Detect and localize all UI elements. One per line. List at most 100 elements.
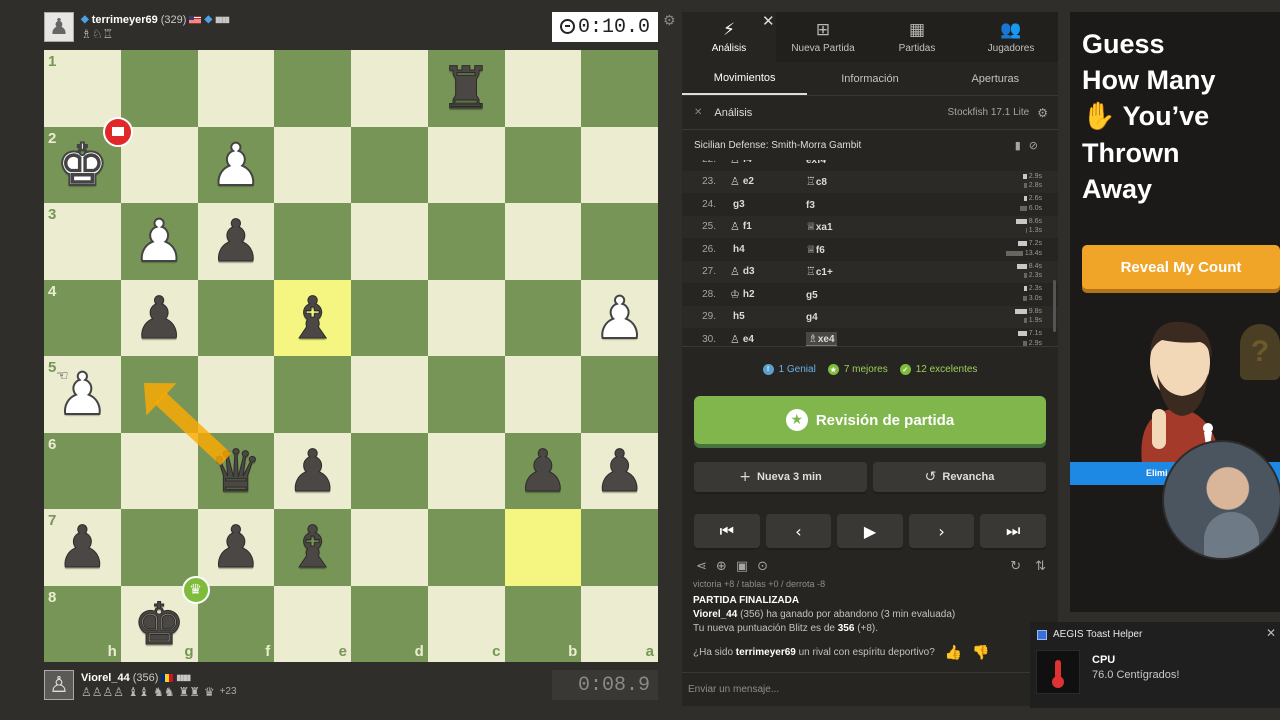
chess-board[interactable]: 1 ♜ 2 ♚ ♟ 3 ♟ ♟ 4 ♟ ♝ ♟ 5 ♟ 6 ♛ ♟ ♟ ♟ 7 ♟ ♟ ♝ 8 h g ♚ ♛ f e d c b a bbox=[44, 50, 658, 662]
board-settings-gear-icon[interactable]: ⚙ bbox=[663, 13, 676, 29]
excellent-count[interactable]: 12 excelentes bbox=[916, 364, 978, 375]
black-move[interactable]: ♗xe4 bbox=[806, 331, 926, 346]
top-tab-3[interactable]: 👥 Jugadores bbox=[964, 12, 1058, 62]
square-c8[interactable]: c bbox=[427, 585, 505, 662]
square-g6[interactable] bbox=[120, 432, 198, 509]
black-move[interactable]: exf4 bbox=[806, 160, 926, 166]
share-icon[interactable]: ⋖ bbox=[696, 559, 707, 574]
square-a4[interactable]: ♟ bbox=[581, 279, 658, 356]
flip-board-icon[interactable]: ⇅ bbox=[1035, 559, 1046, 574]
square-h7[interactable]: 7 ♟ bbox=[44, 509, 121, 586]
bottom-player-name[interactable]: Viorel_44 bbox=[81, 672, 130, 684]
play-button[interactable]: ▶ bbox=[837, 514, 903, 548]
top-tab-1[interactable]: ⊞ Nueva Partida bbox=[776, 12, 870, 62]
sub-tab-0[interactable]: Movimientos bbox=[682, 62, 808, 95]
top-player-avatar[interactable]: ♟ bbox=[44, 12, 74, 42]
square-c7[interactable] bbox=[427, 509, 505, 586]
piece-e4[interactable]: ♝ bbox=[286, 288, 339, 347]
white-move[interactable]: ♙ e4 bbox=[730, 333, 806, 346]
square-g1[interactable] bbox=[120, 50, 198, 127]
white-move[interactable]: ♙ d3 bbox=[730, 265, 806, 278]
top-tab-2[interactable]: ▦ Partidas bbox=[870, 12, 964, 62]
black-move[interactable]: g4 bbox=[806, 310, 926, 323]
square-e4[interactable]: ♝ bbox=[274, 279, 351, 356]
square-f2[interactable]: ♟ bbox=[197, 126, 275, 203]
square-e5[interactable] bbox=[274, 356, 351, 433]
square-a5[interactable] bbox=[581, 356, 658, 433]
piece-g3[interactable]: ♟ bbox=[132, 211, 186, 271]
square-d7[interactable] bbox=[351, 509, 428, 586]
move-list-scrollbar[interactable] bbox=[1053, 280, 1056, 332]
piece-b6[interactable]: ♟ bbox=[516, 441, 569, 500]
bottom-player-avatar[interactable]: ♙ bbox=[44, 670, 74, 700]
square-g2[interactable] bbox=[120, 126, 198, 203]
square-a6[interactable]: ♟ bbox=[581, 432, 658, 509]
thumbs-up-icon[interactable]: 👍 bbox=[945, 646, 962, 660]
close-engine-icon[interactable]: ✕ bbox=[694, 107, 702, 118]
piece-h7[interactable]: ♟ bbox=[56, 518, 109, 577]
piece-e6[interactable]: ♟ bbox=[286, 441, 339, 500]
question-opponent[interactable]: terrimeyer69 bbox=[736, 647, 796, 658]
square-b6[interactable]: ♟ bbox=[504, 432, 582, 509]
square-e2[interactable] bbox=[274, 126, 351, 203]
brilliant-count[interactable]: 1 Genial bbox=[779, 364, 816, 375]
black-move[interactable]: g5 bbox=[806, 288, 926, 301]
black-move[interactable]: ♖c8 bbox=[806, 175, 926, 188]
black-move[interactable]: ♕xa1 bbox=[806, 220, 926, 233]
square-h8[interactable]: 8h bbox=[44, 585, 121, 662]
black-move[interactable]: ♖c1+ bbox=[806, 265, 926, 278]
square-f4[interactable] bbox=[197, 279, 275, 356]
black-move[interactable]: ♕f6 bbox=[806, 243, 926, 256]
piece-c1[interactable]: ♜ bbox=[440, 59, 493, 118]
black-move[interactable]: f3 bbox=[806, 198, 926, 211]
white-move[interactable]: h5 bbox=[730, 311, 806, 322]
white-move[interactable]: ♙ e2 bbox=[730, 175, 806, 188]
white-move[interactable]: h4 bbox=[730, 244, 806, 255]
square-f7[interactable]: ♟ bbox=[197, 509, 275, 586]
square-g8[interactable]: g ♚ ♛ bbox=[120, 575, 210, 662]
square-d6[interactable] bbox=[351, 432, 428, 509]
square-c5[interactable] bbox=[427, 356, 505, 433]
piece-e7[interactable]: ♝ bbox=[286, 518, 339, 577]
square-g3[interactable]: ♟ bbox=[120, 203, 198, 280]
opening-name[interactable]: Sicilian Defense: Smith-Morra Gambit bbox=[694, 140, 861, 151]
winner-name[interactable]: Viorel_44 bbox=[693, 609, 737, 620]
square-a3[interactable] bbox=[581, 203, 658, 280]
square-b7[interactable] bbox=[504, 509, 582, 586]
square-a1[interactable] bbox=[581, 50, 658, 127]
image-export-icon[interactable]: ▣ bbox=[736, 559, 748, 574]
square-h3[interactable]: 3 bbox=[44, 203, 121, 280]
system-toast-notification[interactable]: AEGIS Toast Helper ✕ CPU 76.0 Centígrado… bbox=[1030, 622, 1280, 708]
square-b2[interactable] bbox=[504, 126, 582, 203]
white-move[interactable]: ♙f4 bbox=[730, 160, 806, 166]
square-c6[interactable] bbox=[427, 432, 505, 509]
square-f5[interactable] bbox=[197, 356, 275, 433]
piece-a4[interactable]: ♟ bbox=[593, 288, 647, 348]
zoom-icon[interactable]: ⊙ bbox=[757, 559, 768, 574]
square-b8[interactable]: b bbox=[504, 585, 582, 662]
square-g7[interactable] bbox=[120, 509, 198, 586]
first-move-button[interactable]: ⏮ bbox=[694, 514, 760, 548]
white-move[interactable]: ♔ h2 bbox=[730, 288, 806, 301]
move-list[interactable]: 22.♙f4exf42.5s23.♙e2♖c82.9s2.8s24.g3f32.… bbox=[682, 160, 1058, 346]
last-move-button[interactable]: ⏭ bbox=[980, 514, 1046, 548]
best-count[interactable]: 7 mejores bbox=[844, 364, 888, 375]
square-c4[interactable] bbox=[427, 279, 505, 356]
chat-message-input[interactable]: Enviar un mensaje... ☺ bbox=[682, 672, 1058, 706]
square-f3[interactable]: ♟ bbox=[197, 203, 275, 280]
square-b1[interactable] bbox=[504, 50, 582, 127]
square-h6[interactable]: 6 bbox=[44, 432, 121, 509]
square-d8[interactable]: d bbox=[351, 585, 428, 662]
square-e6[interactable]: ♟ bbox=[274, 432, 351, 509]
toast-close-icon[interactable]: ✕ bbox=[1266, 626, 1276, 640]
square-d3[interactable] bbox=[351, 203, 428, 280]
thumbs-down-icon[interactable]: 👎 bbox=[972, 646, 989, 660]
square-e8[interactable]: e bbox=[274, 585, 351, 662]
close-analysis-icon[interactable]: ✕ bbox=[762, 12, 775, 30]
square-f8[interactable]: f bbox=[197, 585, 275, 662]
square-d5[interactable] bbox=[351, 356, 428, 433]
square-d1[interactable] bbox=[351, 50, 428, 127]
square-a7[interactable] bbox=[581, 509, 658, 586]
square-h1[interactable]: 1 bbox=[44, 50, 121, 127]
white-move[interactable]: g3 bbox=[730, 199, 806, 210]
